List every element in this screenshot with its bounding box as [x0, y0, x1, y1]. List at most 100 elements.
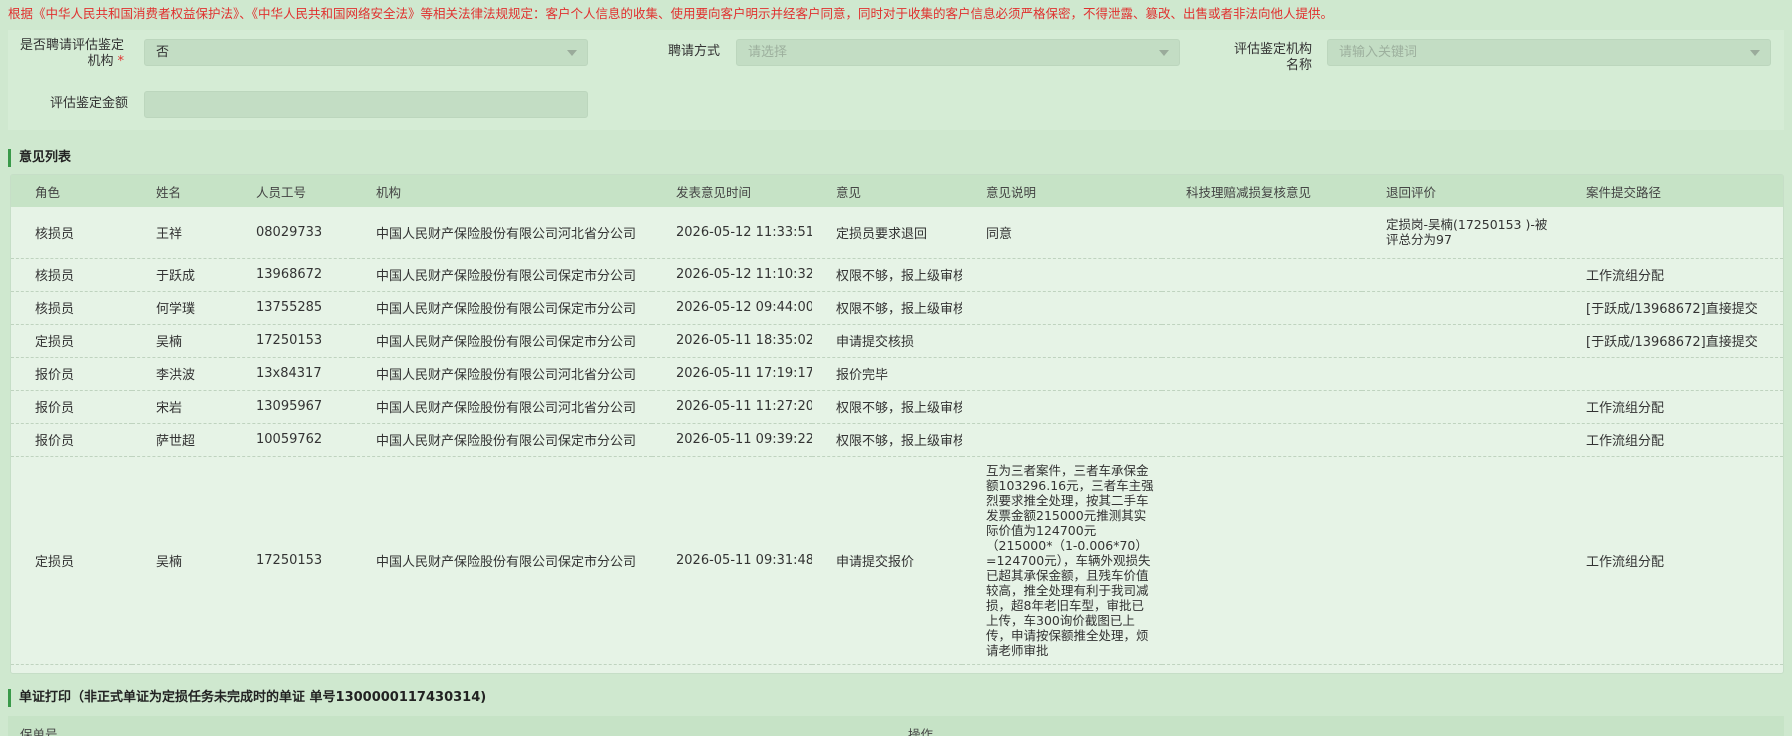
- cell-role: 核损员: [11, 258, 132, 292]
- column-header: 姓名: [156, 184, 182, 200]
- table-row: 定损员 吴楠 17250153 中国人民财产保险股份有限公司保定市分公司 2026-05…: [11, 324, 1783, 358]
- cell-returned: [1362, 258, 1562, 292]
- cell-name: 吴楠: [132, 324, 232, 358]
- col-doc-no: 保单号: [20, 727, 58, 736]
- cell-review: [1162, 291, 1362, 325]
- cell-time: 2026-05-12 11:33:51: [652, 207, 812, 259]
- opinion-list-title: 意见列表: [8, 149, 71, 167]
- cell-path: 工作流组分配: [1562, 258, 1783, 292]
- hire-method-select[interactable]: 请选择: [736, 39, 1180, 66]
- cell-role: 报价员: [11, 390, 132, 424]
- cell-returned: [1362, 390, 1562, 424]
- amount-label: 评估鉴定金额: [49, 96, 128, 111]
- cell-path: [于跃成/13968672]直接提交: [1562, 324, 1783, 358]
- print-section-title: 单证打印（非正式单证为定损任务未完成时的单证 单号130000011743031…: [8, 689, 486, 707]
- cell-opinion: 权限不够，报上级审核: [812, 291, 962, 325]
- cell-returned: [1362, 456, 1562, 665]
- column-header: 意见说明: [986, 184, 1037, 200]
- cell-desc: [962, 357, 1162, 391]
- cell-id: 13095967: [232, 390, 352, 424]
- cell-review: [1162, 456, 1362, 665]
- cell-desc: [962, 324, 1162, 358]
- cell-time: 2026-05-12 11:10:32: [652, 258, 812, 292]
- hire-method-label: 聘请方式: [667, 44, 720, 59]
- cell-returned: [1362, 357, 1562, 391]
- appraisal-select[interactable]: 否: [144, 39, 588, 66]
- appraisal-form: 是否聘请评估鉴定机构 * 否 聘请方式 请选择 评估鉴定机构 名称 请输入关键词 …: [8, 30, 1784, 130]
- cell-desc: [962, 390, 1162, 424]
- column-header: 发表意见时间: [676, 184, 752, 200]
- cell-path: 工作流组分配: [1562, 390, 1783, 424]
- cell-returned: [1362, 291, 1562, 325]
- agency-label: 评估鉴定机构 名称: [1233, 42, 1312, 73]
- cell-opinion: 报价完毕: [812, 357, 962, 391]
- cell-time: 2026-05-12 09:44:00: [652, 291, 812, 325]
- cell-name: 吴楠: [132, 456, 232, 665]
- cell-desc: [962, 291, 1162, 325]
- cell-role: 定损员: [11, 456, 132, 665]
- cell-org: 中国人民财产保险股份有限公司河北省分公司: [352, 357, 652, 391]
- cell-opinion: 定损员要求退回: [812, 207, 962, 259]
- cell-desc: [962, 423, 1162, 457]
- chevron-down-icon: [1750, 50, 1760, 56]
- cell-time: 2026-05-11 11:27:20: [652, 390, 812, 424]
- table-row: 核损员 王祥 08029733 中国人民财产保险股份有限公司河北省分公司 2026-05…: [11, 207, 1783, 259]
- cell-role: 核损员: [11, 207, 132, 259]
- cell-org: 中国人民财产保险股份有限公司保定市分公司: [352, 258, 652, 292]
- cell-id: 13755285: [232, 291, 352, 325]
- cell-review: [1162, 357, 1362, 391]
- agency-search-select[interactable]: 请输入关键词: [1327, 39, 1771, 66]
- cell-time: 2026-05-11 18:35:02: [652, 324, 812, 358]
- cell-opinion: 申请提交核损: [812, 324, 962, 358]
- column-header: 意见: [836, 184, 862, 200]
- cell-name: 宋岩: [132, 390, 232, 424]
- cell-review: [1162, 324, 1362, 358]
- cell-desc: 同意: [962, 207, 1162, 259]
- amount-input[interactable]: [144, 91, 588, 118]
- column-header: 科技理赔减损复核意见: [1186, 184, 1312, 200]
- cell-name: 于跃成: [132, 258, 232, 292]
- appraisal-label: 是否聘请评估鉴定机构 *: [19, 38, 124, 69]
- cell-role: 定损员: [11, 324, 132, 358]
- cell-name: 王祥: [132, 207, 232, 259]
- cell-review: [1162, 423, 1362, 457]
- cell-id: 17250153: [232, 456, 352, 665]
- chevron-down-icon: [567, 50, 577, 56]
- cell-role: 报价员: [11, 423, 132, 457]
- column-header: 人员工号: [256, 184, 307, 200]
- cell-review: [1162, 258, 1362, 292]
- column-header: 案件提交路径: [1586, 184, 1662, 200]
- cell-opinion: 申请提交报价: [812, 456, 962, 665]
- chevron-down-icon: [1159, 50, 1169, 56]
- privacy-notice: 根据《中华人民共和国消费者权益保护法》、《中华人民共和国网络安全法》等相关法律法…: [8, 6, 1334, 21]
- cell-returned: [1362, 324, 1562, 358]
- cell-org: 中国人民财产保险股份有限公司保定市分公司: [352, 423, 652, 457]
- cell-review: [1162, 390, 1362, 424]
- cell-role: 核损员: [11, 291, 132, 325]
- cell-org: 中国人民财产保险股份有限公司河北省分公司: [352, 207, 652, 259]
- cell-org: 中国人民财产保险股份有限公司保定市分公司: [352, 456, 652, 665]
- cell-path: [1562, 207, 1783, 259]
- cell-opinion: 权限不够，报上级审核: [812, 390, 962, 424]
- cell-desc: 互为三者案件，三者车承保金额103296.16元，三者车主强烈要求推全处理，按其…: [962, 456, 1162, 665]
- cell-id: 13968672: [232, 258, 352, 292]
- cell-path: [1562, 357, 1783, 391]
- table-row: 核损员 于跃成 13968672 中国人民财产保险股份有限公司保定市分公司 2026-0…: [11, 258, 1783, 292]
- cell-time: 2026-05-11 09:31:48: [652, 456, 812, 665]
- print-table-header: 保单号 操作: [8, 716, 1784, 736]
- table-row: 报价员 萨世超 10059762 中国人民财产保险股份有限公司保定市分公司 2026-0…: [11, 423, 1783, 457]
- cell-id: 17250153: [232, 324, 352, 358]
- cell-id: 08029733: [232, 207, 352, 259]
- cell-path: 工作流组分配: [1562, 423, 1783, 457]
- cell-opinion: 权限不够，报上级审核: [812, 423, 962, 457]
- col-action: 操作: [908, 727, 934, 736]
- cell-time: 2026-05-11 17:19:17: [652, 357, 812, 391]
- cell-org: 中国人民财产保险股份有限公司河北省分公司: [352, 390, 652, 424]
- cell-opinion: 权限不够，报上级审核: [812, 258, 962, 292]
- table-row: 报价员 宋岩 13095967 中国人民财产保险股份有限公司河北省分公司 2026-05…: [11, 390, 1783, 424]
- table-row: 报价员 李洪波 13x84317 中国人民财产保险股份有限公司河北省分公司 2026-0…: [11, 357, 1783, 391]
- column-header: 角色: [35, 184, 61, 200]
- cell-time: 2026-05-11 09:39:22: [652, 423, 812, 457]
- cell-returned: [1362, 423, 1562, 457]
- table-row: 定损员 吴楠 17250153 中国人民财产保险股份有限公司保定市分公司 2026-05…: [11, 456, 1783, 665]
